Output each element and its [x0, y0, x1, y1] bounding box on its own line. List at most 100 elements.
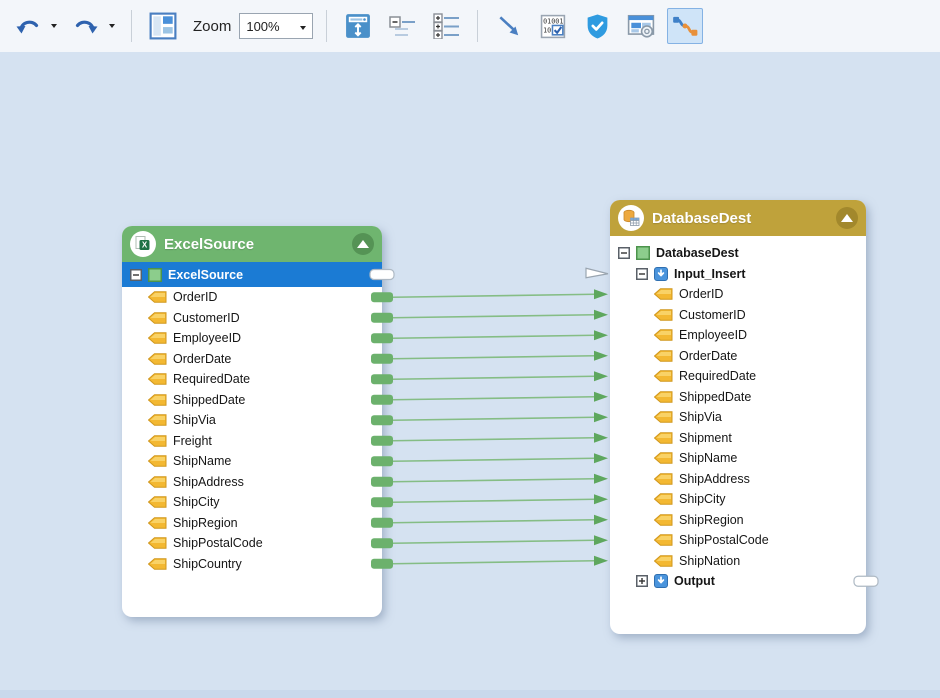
undo-button[interactable]: [10, 8, 46, 44]
field-row[interactable]: ShipPostalCode: [610, 530, 866, 551]
draw-link-button[interactable]: [491, 8, 527, 44]
field-row[interactable]: ShipVia: [610, 407, 866, 428]
row-label: Shipment: [679, 431, 732, 445]
collapse-node-button[interactable]: [352, 233, 374, 255]
mapping-line[interactable]: [392, 315, 595, 318]
field-row[interactable]: ShipVia: [122, 410, 382, 431]
field-tag-icon: [654, 288, 673, 300]
field-tag-icon: [148, 394, 167, 406]
collapse-all-button[interactable]: [384, 8, 420, 44]
mapping-line[interactable]: [392, 479, 595, 482]
toolbar-separator: [326, 10, 327, 42]
field-tag-icon: [148, 373, 167, 385]
toolbar-separator: [131, 10, 132, 42]
layout-panels-button[interactable]: [145, 8, 181, 44]
field-row[interactable]: ShipName: [610, 448, 866, 469]
row-label: Output: [674, 574, 715, 588]
collapse-expander-icon[interactable]: [618, 247, 630, 259]
collapse-node-button[interactable]: [836, 207, 858, 229]
collapse-expander-icon[interactable]: [130, 269, 142, 281]
field-tag-icon: [654, 391, 673, 403]
field-tag-icon: [148, 476, 167, 488]
row-label: ShipVia: [679, 410, 722, 424]
field-row[interactable]: ShipNation: [610, 551, 866, 572]
field-tag-icon: [148, 312, 167, 324]
field-row[interactable]: OrderDate: [122, 349, 382, 370]
field-row[interactable]: ShipCity: [610, 489, 866, 510]
expand-all-button[interactable]: [428, 8, 464, 44]
field-row[interactable]: ShipAddress: [610, 469, 866, 490]
row-label: ShipRegion: [679, 513, 744, 527]
mapping-line[interactable]: [392, 397, 595, 400]
field-row[interactable]: OrderID: [122, 287, 382, 308]
mapping-line[interactable]: [392, 458, 595, 461]
field-row[interactable]: ShippedDate: [610, 387, 866, 408]
node-header-database-dest[interactable]: DatabaseDest: [610, 200, 866, 236]
preview-window-button[interactable]: [623, 8, 659, 44]
field-row[interactable]: CustomerID: [122, 308, 382, 329]
field-row[interactable]: EmployeeID: [610, 325, 866, 346]
redo-dropdown-caret[interactable]: [106, 9, 118, 43]
row-height-icon: [345, 13, 371, 39]
field-tag-icon: [654, 370, 673, 382]
mapping-line[interactable]: [392, 294, 595, 297]
field-tag-icon: [654, 309, 673, 321]
group-row[interactable]: Output: [610, 571, 866, 592]
field-tag-icon: [148, 496, 167, 508]
mapping-line[interactable]: [392, 417, 595, 420]
node-title: ExcelSource: [164, 236, 344, 253]
mapping-line[interactable]: [392, 540, 595, 543]
row-label: ShipAddress: [679, 472, 750, 486]
date-format-button[interactable]: 0100110: [535, 8, 571, 44]
field-row[interactable]: EmployeeID: [122, 328, 382, 349]
database-icon: [618, 205, 644, 231]
redo-button[interactable]: [68, 8, 104, 44]
field-row[interactable]: ShipAddress: [122, 472, 382, 493]
node-input-port[interactable]: [586, 268, 608, 278]
mapping-line[interactable]: [392, 499, 595, 502]
field-row[interactable]: Freight: [122, 431, 382, 452]
field-row[interactable]: ShipRegion: [610, 510, 866, 531]
mapping-line[interactable]: [392, 561, 595, 564]
field-row[interactable]: CustomerID: [610, 305, 866, 326]
mapping-line[interactable]: [392, 376, 595, 379]
excel-icon: X: [130, 231, 156, 257]
field-row[interactable]: ShipPostalCode: [122, 533, 382, 554]
field-row[interactable]: ShipRegion: [122, 513, 382, 534]
expand-expander-icon[interactable]: [636, 575, 648, 587]
collapse-expander-icon[interactable]: [636, 268, 648, 280]
date-format-icon: 0100110: [540, 13, 567, 40]
node-body: ExcelSourceOrderIDCustomerIDEmployeeIDOr…: [122, 262, 382, 574]
field-tag-icon: [654, 473, 673, 485]
field-row[interactable]: OrderDate: [610, 346, 866, 367]
zoom-select[interactable]: 100%: [239, 13, 313, 39]
zoom-select-caret-icon[interactable]: [300, 17, 306, 35]
collapse-all-icon: [389, 14, 416, 38]
mapping-line[interactable]: [392, 520, 595, 523]
undo-dropdown-caret[interactable]: [48, 9, 60, 43]
row-label: DatabaseDest: [656, 246, 739, 260]
row-label: Input_Insert: [674, 267, 746, 281]
field-row[interactable]: OrderID: [610, 284, 866, 305]
mapping-arrowhead-icon: [594, 433, 608, 443]
group-row[interactable]: ExcelSource: [122, 262, 382, 287]
field-row[interactable]: RequiredDate: [610, 366, 866, 387]
mapping-arrowhead-icon: [594, 494, 608, 504]
field-tag-icon: [148, 291, 167, 303]
mapping-line[interactable]: [392, 335, 595, 338]
mapping-line[interactable]: [392, 356, 595, 359]
field-row[interactable]: ShipCity: [122, 492, 382, 513]
group-row[interactable]: Input_Insert: [610, 264, 866, 285]
field-row[interactable]: ShipName: [122, 451, 382, 472]
field-row[interactable]: ShipCountry: [122, 554, 382, 575]
field-row[interactable]: Shipment: [610, 428, 866, 449]
mapping-canvas: XExcelSourceExcelSourceOrderIDCustomerID…: [0, 52, 940, 698]
node-header-excel-source[interactable]: X ExcelSource: [122, 226, 382, 262]
data-quality-button[interactable]: [579, 8, 615, 44]
field-row[interactable]: RequiredDate: [122, 369, 382, 390]
group-row[interactable]: DatabaseDest: [610, 243, 866, 264]
row-height-button[interactable]: [340, 8, 376, 44]
mapping-line[interactable]: [392, 438, 595, 441]
auto-map-button[interactable]: [667, 8, 703, 44]
field-row[interactable]: ShippedDate: [122, 390, 382, 411]
